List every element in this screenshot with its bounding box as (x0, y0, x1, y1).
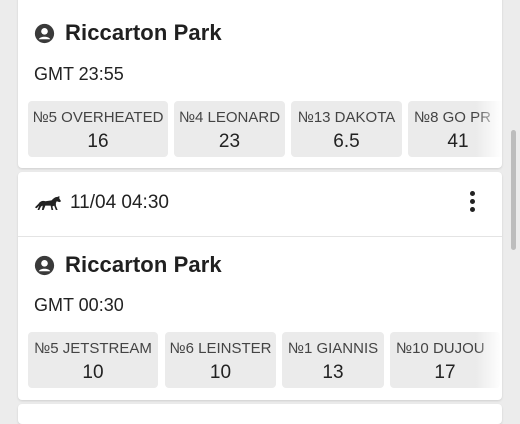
odds-button[interactable]: №4 LEONARD 23 (174, 101, 285, 157)
runner-name: №6 LEINSTER (169, 340, 272, 357)
odds-button[interactable]: №10 DUJOU 17 (390, 332, 500, 388)
runner-name: №8 GO PR (414, 109, 491, 126)
runner-name: №5 JETSTREAM (34, 340, 152, 357)
venue-header: Riccarton Park (34, 251, 222, 279)
venue-header: Riccarton Park (34, 19, 222, 47)
runner-odds: 13 (322, 362, 344, 383)
runner-odds: 10 (82, 362, 104, 383)
runner-odds: 41 (447, 131, 469, 152)
runner-name: №4 LEONARD (178, 109, 281, 126)
runner-name: №5 OVERHEATED (32, 109, 164, 126)
runner-odds: 10 (209, 362, 232, 383)
runner-name: №13 DAKOTA (297, 109, 396, 126)
venue-name: Riccarton Park (65, 20, 222, 45)
race-date-time: 11/04 04:30 (70, 192, 169, 213)
race-card-next (18, 404, 502, 424)
odds-button[interactable]: №13 DAKOTA 6.5 (291, 101, 402, 157)
venue-person-icon (34, 23, 55, 43)
race-card: 11/04 04:30 Riccarton Park GMT 00:30 №5 … (18, 172, 502, 400)
race-gmt-time: GMT 23:55 (34, 64, 124, 84)
scrollbar[interactable] (511, 130, 516, 250)
venue-name: Riccarton Park (65, 252, 222, 277)
odds-row[interactable]: №5 JETSTREAM 10 №6 LEINSTER 10 №1 GIANNI… (28, 332, 502, 388)
odds-button[interactable]: №5 OVERHEATED 16 (28, 101, 168, 157)
runner-odds: 17 (434, 362, 456, 383)
runner-name: №1 GIANNIS (287, 340, 379, 357)
runner-odds: 6.5 (333, 131, 360, 152)
odds-button[interactable]: №6 LEINSTER 10 (165, 332, 276, 388)
odds-button[interactable]: №1 GIANNIS 13 (282, 332, 384, 388)
venue-person-icon (34, 255, 55, 275)
race-card-header: 11/04 04:30 (18, 172, 502, 237)
horse-icon (34, 196, 62, 210)
odds-button[interactable]: №5 JETSTREAM 10 (28, 332, 158, 388)
odds-row[interactable]: №5 OVERHEATED 16 №4 LEONARD 23 №13 DAKOT… (28, 101, 502, 157)
runner-name: №10 DUJOU (396, 340, 485, 357)
race-card-top: Riccarton Park GMT 23:55 №5 OVERHEATED 1… (18, 0, 502, 168)
runner-odds: 16 (87, 131, 109, 152)
more-vertical-icon[interactable] (460, 188, 484, 218)
runner-odds: 23 (218, 131, 241, 152)
race-gmt-time: GMT 00:30 (34, 295, 124, 315)
odds-button[interactable]: №8 GO PR 41 (408, 101, 502, 157)
